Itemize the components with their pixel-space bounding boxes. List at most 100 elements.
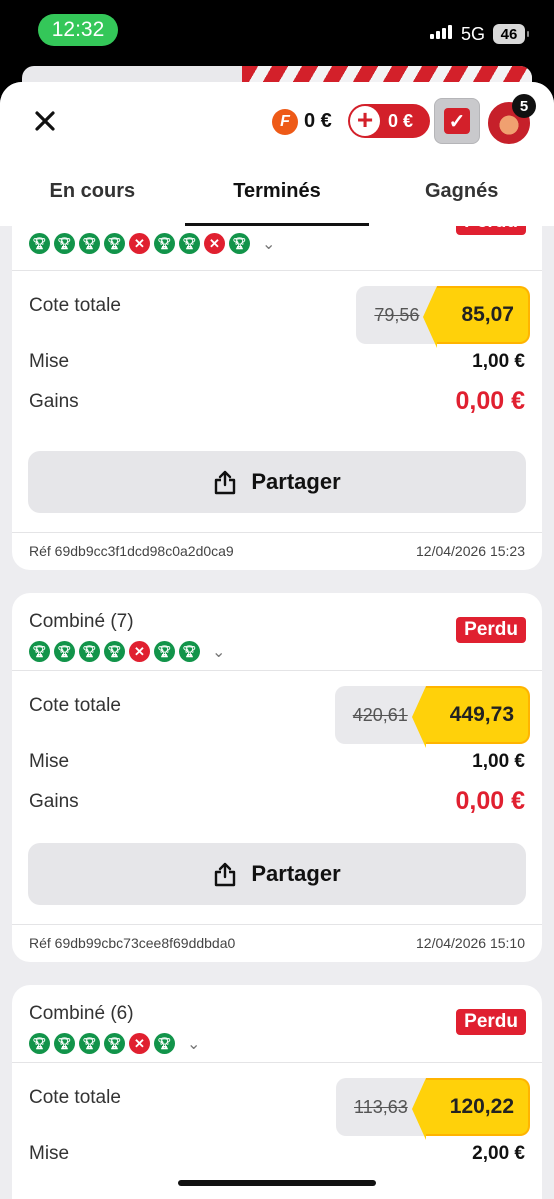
winnings-label: Gains [29,791,79,812]
bet-reference: Réf 69db99cbc73cee8f69ddbda0 [29,935,236,951]
bet-card: Combiné (7) 🏆︎ 🏆︎ 🏆︎ 🏆︎ ✕ 🏆︎ 🏆︎ ⌄ Perdu … [12,593,542,962]
win-icon: 🏆︎ [79,233,100,254]
win-icon: 🏆︎ [179,233,200,254]
odds-box: 79,56 85,07 [356,286,530,348]
win-icon: 🏆︎ [104,641,125,662]
avatar[interactable]: 5 [486,94,536,146]
tab-termines[interactable]: Terminés [185,178,370,226]
total-odds-row: Cote totale 420,61 449,73 [12,671,542,748]
chevron-down-icon[interactable]: ⌄ [262,234,275,254]
share-icon [215,862,236,887]
status-badge: Perdu [456,1009,526,1035]
tab-gagnes[interactable]: Gagnés [369,178,554,226]
deposit-button[interactable]: + 0 € [348,104,430,138]
total-odds-label: Cote totale [29,295,121,316]
bet-type: Combiné (6) [29,1003,134,1024]
winnings-value: 0,00 € [455,787,525,815]
bets-sheet: F 0 € + 0 € ✓ 5 En cours Terminés Gagnés… [0,82,554,1199]
sheet-header: F 0 € + 0 € ✓ 5 En cours Terminés Gagnés [0,82,554,226]
total-odds-label: Cote totale [29,695,121,716]
win-icon: 🏆︎ [29,641,50,662]
active-tab-indicator [185,223,369,226]
bet-card-header: Combiné (7) 🏆︎ 🏆︎ 🏆︎ 🏆︎ ✕ 🏆︎ 🏆︎ ⌄ Perdu [12,593,542,671]
loss-icon: ✕ [129,233,150,254]
win-icon: 🏆︎ [154,233,175,254]
stake-row: Mise 1,00 € [12,743,542,783]
odds-box: 420,61 449,73 [334,686,530,748]
status-time: 12:32 [38,14,118,46]
loss-icon: ✕ [129,641,150,662]
bet-reference: Réf 69db9cc3f1dcd98c0a2d0ca9 [29,543,234,559]
bet-legs[interactable]: 🏆︎ 🏆︎ 🏆︎ 🏆︎ ✕ 🏆︎ ⌄ [29,1033,200,1054]
share-icon [215,470,236,495]
boosted-odds: 449,73 [411,686,530,748]
bet-legs[interactable]: 🏆︎ 🏆︎ 🏆︎ 🏆︎ ✕ 🏆︎ 🏆︎ ⌄ [29,641,225,662]
stake-row: Mise 1,00 € [12,343,542,383]
win-icon: 🏆︎ [29,1033,50,1054]
share-label: Partager [251,469,341,494]
loss-icon: ✕ [204,233,225,254]
bet-card: Combiné (9) 🏆︎ 🏆︎ 🏆︎ 🏆︎ ✕ 🏆︎ 🏆︎ ✕ 🏆︎ ⌄ P… [12,185,542,570]
winnings-row: Gains 0,00 € [12,383,542,423]
tab-bar: En cours Terminés Gagnés [0,178,554,226]
win-icon: 🏆︎ [179,641,200,662]
bet-card-footer: Réf 69db99cbc73cee8f69ddbda0 12/04/2026 … [12,924,542,962]
winnings-row: Gains 0,00 € [12,783,542,823]
status-bar: 12:32 5G 46 [0,0,554,62]
freebet-coin-icon: F [272,109,298,135]
notification-badge: 5 [512,94,536,118]
win-icon: 🏆︎ [29,233,50,254]
share-button[interactable]: Partager [28,451,526,513]
total-odds-row: Cote totale 79,56 85,07 [12,271,542,348]
total-odds-row: Cote totale 113,63 120,22 [12,1063,542,1140]
share-button[interactable]: Partager [28,843,526,905]
stake-value: 1,00 € [472,351,525,372]
plus-icon: + [350,106,380,136]
bet-card: Combiné (6) 🏆︎ 🏆︎ 🏆︎ 🏆︎ ✕ 🏆︎ ⌄ Perdu Cot… [12,985,542,1199]
close-icon [35,111,55,131]
bet-card-footer: Réf 69db9cc3f1dcd98c0a2d0ca9 12/04/2026 … [12,532,542,570]
win-icon: 🏆︎ [154,641,175,662]
freebet-balance: 0 € [304,110,332,132]
loss-icon: ✕ [129,1033,150,1054]
stake-value: 1,00 € [472,751,525,772]
bet-card-header: Combiné (6) 🏆︎ 🏆︎ 🏆︎ 🏆︎ ✕ 🏆︎ ⌄ Perdu [12,985,542,1063]
win-icon: 🏆︎ [79,1033,100,1054]
deposit-balance: 0 € [388,110,414,131]
home-indicator[interactable] [178,1180,376,1186]
winnings-value: 0,00 € [455,387,525,415]
win-icon: 🏆︎ [79,641,100,662]
win-icon: 🏆︎ [104,1033,125,1054]
win-icon: 🏆︎ [154,1033,175,1054]
bet-date: 12/04/2026 15:23 [416,543,525,559]
winnings-label: Gains [29,391,79,412]
win-icon: 🏆︎ [54,641,75,662]
battery-icon: 46 [493,24,529,44]
odds-box: 113,63 120,22 [336,1078,530,1140]
chevron-down-icon[interactable]: ⌄ [187,1034,200,1054]
close-button[interactable] [30,106,60,136]
status-badge: Perdu [456,617,526,643]
stake-label: Mise [29,751,70,772]
stake-label: Mise [29,1143,70,1164]
win-icon: 🏆︎ [104,233,125,254]
bet-legs[interactable]: 🏆︎ 🏆︎ 🏆︎ 🏆︎ ✕ 🏆︎ 🏆︎ ✕ 🏆︎ ⌄ [29,233,275,254]
checkmark-icon: ✓ [444,108,470,134]
bet-date: 12/04/2026 15:10 [416,935,525,951]
tab-en-cours[interactable]: En cours [0,178,185,226]
bet-type: Combiné (7) [29,611,134,632]
share-label: Partager [251,861,341,886]
boosted-odds: 85,07 [423,286,530,348]
total-odds-label: Cote totale [29,1087,121,1108]
win-icon: 🏆︎ [54,233,75,254]
win-icon: 🏆︎ [229,233,250,254]
stake-row: Mise 2,00 € [12,1135,542,1175]
chevron-down-icon[interactable]: ⌄ [212,642,225,662]
boosted-odds: 120,22 [411,1078,530,1140]
stake-label: Mise [29,351,70,372]
win-icon: 🏆︎ [54,1033,75,1054]
network-type: 5G [461,24,486,44]
my-bets-button[interactable]: ✓ [434,98,480,144]
stake-value: 2,00 € [472,1143,525,1164]
signal-icon [430,25,452,39]
